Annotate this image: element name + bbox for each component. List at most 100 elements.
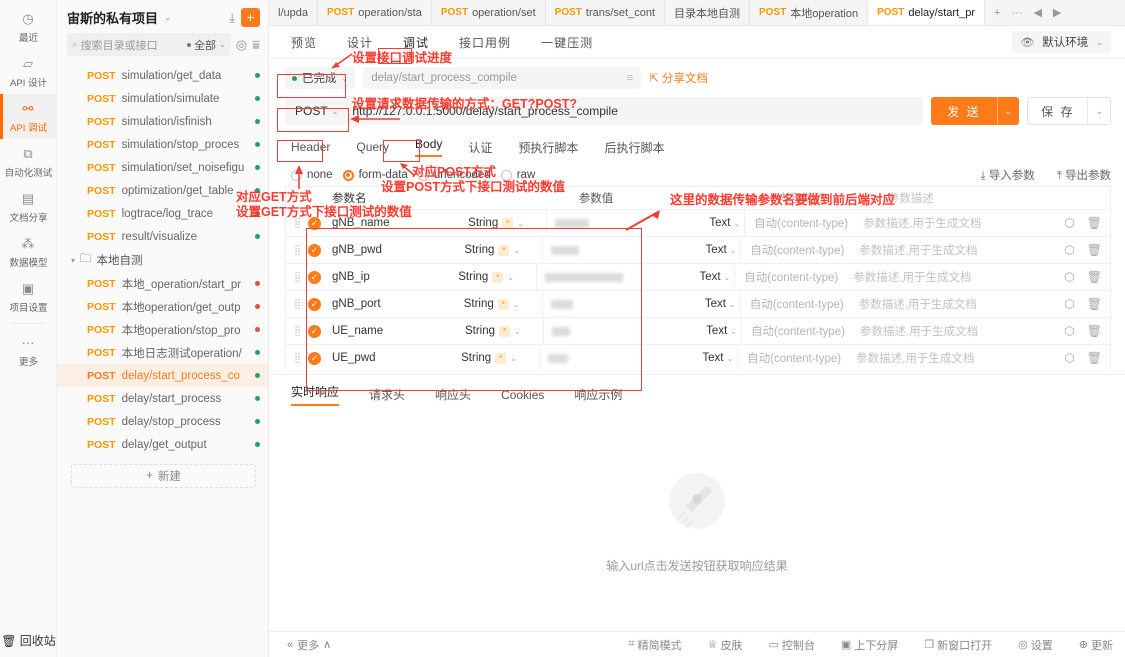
radio-none[interactable]: none <box>291 169 333 181</box>
mock-icon[interactable]: ⬡ <box>1064 297 1074 311</box>
console-button[interactable]: ▭ 控制台 <box>768 637 814 653</box>
save-button[interactable]: 保 存 ⌄ <box>1027 97 1111 125</box>
new-api-button[interactable]: + 新建 <box>71 464 256 488</box>
mock-icon[interactable]: ⬡ <box>1064 243 1074 257</box>
tab-next-icon[interactable]: ▶ <box>1053 6 1061 19</box>
sidebar-item-recycle-bin[interactable]: 🗑 回收站 <box>0 632 57 649</box>
split-screen-button[interactable]: ▣ 上下分屏 <box>841 637 898 653</box>
delete-row-icon[interactable]: 🗑 <box>1087 243 1102 257</box>
delete-row-icon[interactable]: 🗑 <box>1087 270 1102 284</box>
format-icon[interactable]: ≡ <box>627 72 633 84</box>
tab-preview[interactable]: 预览 <box>291 34 317 51</box>
param-content-type[interactable]: 自动(content-type) <box>739 291 850 317</box>
tab-auth[interactable]: 认证 <box>468 139 492 161</box>
list-item[interactable]: POST optimization/get_table <box>57 179 268 202</box>
param-description-input[interactable]: 参数描述,用于生成文档 <box>844 269 1054 285</box>
project-title[interactable]: 宙斯的私有项目 <box>67 8 158 27</box>
param-name[interactable]: gNB_name <box>332 217 468 229</box>
send-button[interactable]: 发 送 ⌄ <box>931 97 1020 125</box>
tab-api-cases[interactable]: 接口用例 <box>459 34 511 51</box>
param-name[interactable]: gNB_ip <box>332 271 458 283</box>
tab-item[interactable]: l/upda <box>269 0 318 25</box>
param-value-input[interactable] <box>542 318 695 344</box>
tab-response-headers[interactable]: 响应头 <box>435 386 471 407</box>
param-name[interactable]: gNB_port <box>332 298 464 310</box>
tab-cookies[interactable]: Cookies <box>501 388 544 406</box>
update-button[interactable]: ⊕ 更新 <box>1079 637 1113 653</box>
sidebar-item-data-model[interactable]: ⁂ 数据模型 <box>0 229 57 274</box>
sidebar-item-api-debug[interactable]: ⚯ API 调试 <box>0 94 57 139</box>
sidebar-item-recent[interactable]: ◷ 最近 <box>0 4 57 49</box>
mock-icon[interactable]: ⬡ <box>1064 270 1074 284</box>
tab-item[interactable]: POST operation/set <box>432 0 546 25</box>
list-item-selected[interactable]: POST delay/start_process_co <box>57 364 268 387</box>
tab-prev-icon[interactable]: ◀ <box>1033 6 1041 19</box>
sidebar-item-project-settings[interactable]: ▣ 项目设置 <box>0 274 57 319</box>
tab-request-headers[interactable]: 请求头 <box>369 386 405 407</box>
tab-response-example[interactable]: 响应示例 <box>574 386 622 407</box>
param-content-type[interactable]: 自动(content-type) <box>734 264 844 290</box>
value-type-selector[interactable]: Text ⌄ <box>688 271 734 283</box>
list-item[interactable]: POST logtrace/log_trace <box>57 202 268 225</box>
param-description-input[interactable]: 参数描述,用于生成文档 <box>851 323 1054 339</box>
tab-menu-icon[interactable]: ··· <box>1011 7 1022 19</box>
param-content-type[interactable]: 自动(content-type) <box>737 345 847 371</box>
tab-item[interactable]: POST operation/sta <box>318 0 432 25</box>
mock-icon[interactable]: ⬡ <box>1064 351 1074 365</box>
sidebar-item-automation-test[interactable]: ⧉ 自动化测试 <box>0 139 57 184</box>
chevron-down-icon[interactable]: ⌄ <box>998 106 1020 117</box>
skin-button[interactable]: ♕ 皮肤 <box>708 637 743 653</box>
row-enabled-checkbox[interactable]: ✓ <box>308 270 332 284</box>
status-badge[interactable]: 已完成 ⌄ <box>285 67 356 89</box>
param-description-input[interactable]: 参数描述,用于生成文档 <box>854 215 1054 231</box>
list-item[interactable]: POST simulation/stop_proces <box>57 133 268 156</box>
drag-handle-icon[interactable]: ⣿ <box>286 272 308 283</box>
mock-icon[interactable]: ⬡ <box>1064 216 1074 230</box>
param-name[interactable]: UE_pwd <box>332 352 461 364</box>
param-description-input[interactable]: 参数描述,用于生成文档 <box>850 242 1054 258</box>
drag-handle-icon[interactable]: ⣿ <box>286 353 308 364</box>
search-scope-label[interactable]: 全部 <box>194 37 216 53</box>
tab-query[interactable]: Query <box>356 140 389 159</box>
drag-handle-icon[interactable]: ⣿ <box>286 245 308 256</box>
tab-stress-test[interactable]: 一键压测 <box>541 34 593 51</box>
sidebar-item-doc-share[interactable]: ▤ 文档分享 <box>0 184 57 229</box>
table-row[interactable]: ⣿ ✓ gNB_ip String * ⌄ Text ⌄ 自动(content-… <box>286 263 1110 290</box>
eye-icon[interactable]: 👁 <box>1020 36 1034 49</box>
url-input[interactable]: http://127.0.0.1:5000/delay/start_proces… <box>346 104 923 118</box>
table-row[interactable]: ⣿ ✓ UE_name String * ⌄ Text ⌄ 自动(content… <box>286 317 1110 344</box>
param-type-selector[interactable]: String * ⌄ <box>464 298 542 310</box>
radio-form-data[interactable]: form-data <box>342 169 408 181</box>
tab-item[interactable]: POST trans/set_cont <box>546 0 665 25</box>
row-enabled-checkbox[interactable]: ✓ <box>308 297 332 311</box>
delete-row-icon[interactable]: 🗑 <box>1087 297 1102 311</box>
value-type-selector[interactable]: Text ⌄ <box>694 298 740 310</box>
param-name[interactable]: gNB_pwd <box>332 244 464 256</box>
chevron-down-icon[interactable]: ▾ <box>71 256 75 265</box>
target-icon[interactable]: ◎ <box>236 37 247 53</box>
compact-mode-button[interactable]: ⌗ 精简模式 <box>628 637 681 653</box>
upload-icon[interactable]: ⤓ <box>227 10 237 26</box>
tab-item[interactable]: POST 本地operation <box>750 0 869 25</box>
import-params-button[interactable]: ⤓ 导入参数 <box>980 167 1034 183</box>
row-enabled-checkbox[interactable]: ✓ <box>308 216 332 230</box>
list-item[interactable]: POST 本地operation/get_outp <box>57 295 268 318</box>
radio-raw[interactable]: raw <box>500 169 535 181</box>
environment-selector[interactable]: 👁 默认环境 ⌄ <box>1012 31 1111 53</box>
table-row[interactable]: ⣿ ✓ gNB_pwd String * ⌄ Text ⌄ 自动(content… <box>286 236 1110 263</box>
list-item[interactable]: POST simulation/isfinish <box>57 110 268 133</box>
drag-handle-icon[interactable]: ⣿ <box>286 299 308 310</box>
share-doc-button[interactable]: ⇱ 分享文档 <box>649 70 708 86</box>
list-item[interactable]: POST 本地日志测试operation/ <box>57 341 268 364</box>
list-item[interactable]: POST simulation/simulate <box>57 87 268 110</box>
sidebar-item-api-design[interactable]: ▱ API 设计 <box>0 49 57 94</box>
param-type-selector[interactable]: String * ⌄ <box>461 352 539 364</box>
value-type-selector[interactable]: Text ⌄ <box>694 244 740 256</box>
param-content-type[interactable]: 自动(content-type) <box>744 210 854 236</box>
row-enabled-checkbox[interactable]: ✓ <box>308 243 332 257</box>
list-item[interactable]: POST delay/stop_process <box>57 410 268 433</box>
drag-handle-icon[interactable]: ⣿ <box>286 218 308 229</box>
delete-row-icon[interactable]: 🗑 <box>1087 351 1102 365</box>
search-input[interactable]: ⌕ 搜索目录或接口 全部 ⌄ <box>67 33 231 56</box>
tab-body[interactable]: Body <box>415 137 442 162</box>
